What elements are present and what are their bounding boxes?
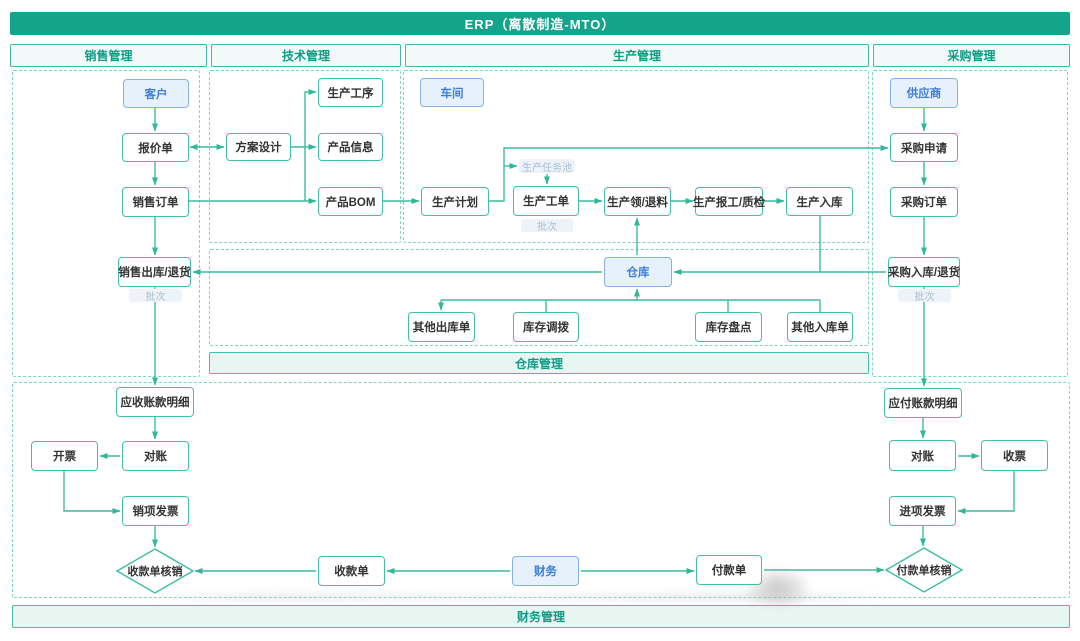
node-reconciliation-right[interactable]: 对账 [889, 440, 956, 471]
node-ar-detail-label: 应收账款明细 [121, 394, 190, 410]
node-receipt-writeoff-label: 收款单核销 [128, 563, 183, 579]
node-sales-out-return-label: 销售出库/退货 [118, 264, 190, 280]
node-production-work-order-label: 生产工单 [523, 193, 569, 209]
node-sales-invoice-label: 销项发票 [133, 503, 179, 519]
lane-header-sales-label: 销售管理 [84, 47, 132, 64]
lane-header-tech-label: 技术管理 [282, 47, 330, 64]
node-customer[interactable]: 客户 [123, 79, 189, 108]
node-quotation[interactable]: 报价单 [122, 133, 189, 162]
node-receipt-writeoff[interactable]: 收款单核销 [117, 549, 193, 593]
node-other-inbound[interactable]: 其他入库单 [787, 312, 853, 342]
node-production-plan[interactable]: 生产计划 [421, 187, 489, 216]
node-invoicing-label: 开票 [53, 448, 76, 464]
lane-bar-warehouse: 仓库管理 [209, 352, 869, 374]
diagram-title-bar: ERP（离散制造-MTO） [10, 12, 1070, 35]
node-scheme-design-label: 方案设计 [236, 139, 282, 155]
node-sales-order-label: 销售订单 [133, 194, 179, 210]
region-sales [12, 70, 200, 377]
lane-header-procurement-label: 采购管理 [947, 47, 995, 64]
node-receipt-note[interactable]: 收款单 [318, 556, 385, 586]
node-payment-writeoff[interactable]: 付款单核销 [886, 548, 962, 592]
lane-header-sales: 销售管理 [10, 44, 207, 67]
erp-flow-diagram: ERP（离散制造-MTO） 销售管理 技术管理 生产管理 采购管理 仓库管理 财… [0, 0, 1080, 641]
node-payment-note-label: 付款单 [712, 562, 747, 578]
node-ar-detail[interactable]: 应收账款明细 [116, 387, 194, 417]
lane-bar-warehouse-label: 仓库管理 [515, 355, 563, 372]
node-production-inbound-label: 生产入库 [797, 194, 843, 210]
node-stock-count[interactable]: 库存盘点 [695, 312, 762, 342]
node-production-inbound[interactable]: 生产入库 [786, 187, 853, 216]
node-purchase-request-label: 采购申请 [901, 140, 947, 156]
tag-batch-workorder-label: 批次 [537, 218, 557, 233]
node-purchase-request[interactable]: 采购申请 [890, 133, 958, 162]
node-ap-detail[interactable]: 应付账款明细 [884, 388, 962, 418]
node-sales-invoice[interactable]: 销项发票 [122, 496, 189, 526]
node-quotation-label: 报价单 [138, 140, 173, 156]
node-supplier-label: 供应商 [907, 85, 942, 101]
node-stock-transfer[interactable]: 库存调拨 [513, 312, 579, 342]
node-other-outbound[interactable]: 其他出库单 [408, 312, 475, 342]
node-purchase-in-return-label: 采购入库/退货 [888, 264, 960, 280]
node-scheme-design[interactable]: 方案设计 [226, 133, 291, 161]
tag-task-pool-label: 生产任务池 [522, 159, 572, 174]
node-purchase-invoice-label: 进项发票 [900, 503, 946, 519]
node-purchase-order-label: 采购订单 [901, 194, 947, 210]
region-procurement [872, 70, 1068, 377]
lane-header-tech: 技术管理 [211, 44, 401, 67]
node-reconciliation-left-label: 对账 [144, 448, 167, 464]
node-workshop-label: 车间 [441, 85, 464, 101]
node-receive-invoice-label: 收票 [1003, 448, 1026, 464]
node-production-process[interactable]: 生产工序 [318, 78, 383, 107]
node-finance-dept[interactable]: 财务 [512, 556, 579, 586]
tag-task-pool: 生产任务池 [519, 159, 575, 173]
node-production-report-qc[interactable]: 生产报工/质检 [695, 187, 763, 216]
node-invoicing[interactable]: 开票 [31, 441, 98, 471]
lane-header-production: 生产管理 [405, 44, 869, 67]
node-production-report-qc-label: 生产报工/质检 [693, 194, 765, 210]
node-product-info-label: 产品信息 [328, 139, 374, 155]
tag-batch-workorder: 批次 [521, 219, 573, 232]
node-supplier[interactable]: 供应商 [890, 78, 958, 108]
node-receive-invoice[interactable]: 收票 [981, 440, 1048, 471]
node-production-process-label: 生产工序 [328, 85, 374, 101]
node-warehouse-label: 仓库 [627, 264, 650, 280]
node-other-outbound-label: 其他出库单 [413, 319, 471, 335]
lane-bar-finance-label: 财务管理 [517, 608, 565, 625]
lane-header-production-label: 生产管理 [613, 47, 661, 64]
node-purchase-order[interactable]: 采购订单 [890, 187, 958, 217]
node-sales-order[interactable]: 销售订单 [122, 187, 189, 217]
node-stock-transfer-label: 库存调拨 [523, 319, 569, 335]
node-reconciliation-right-label: 对账 [911, 448, 934, 464]
node-other-inbound-label: 其他入库单 [791, 319, 849, 335]
node-production-issue-return-label: 生产领/退料 [607, 194, 668, 210]
node-finance-dept-label: 财务 [534, 563, 557, 579]
node-payment-writeoff-label: 付款单核销 [897, 562, 952, 578]
node-purchase-in-return[interactable]: 采购入库/退货 [888, 257, 960, 287]
node-sales-out-return[interactable]: 销售出库/退货 [118, 257, 191, 287]
node-purchase-invoice[interactable]: 进项发票 [889, 496, 956, 526]
lane-bar-finance: 财务管理 [12, 605, 1070, 628]
node-workshop[interactable]: 车间 [420, 78, 484, 107]
node-product-bom[interactable]: 产品BOM [318, 187, 383, 216]
node-reconciliation-left[interactable]: 对账 [122, 441, 189, 471]
node-customer-label: 客户 [145, 86, 168, 102]
tag-batch-purchase-label: 批次 [915, 288, 935, 303]
node-production-issue-return[interactable]: 生产领/退料 [604, 187, 671, 216]
node-warehouse[interactable]: 仓库 [604, 257, 672, 287]
node-payment-note[interactable]: 付款单 [696, 555, 762, 585]
lane-header-procurement: 采购管理 [873, 44, 1070, 67]
tag-batch-sales: 批次 [129, 289, 182, 302]
node-receipt-note-label: 收款单 [334, 563, 369, 579]
diagram-title: ERP（离散制造-MTO） [465, 14, 616, 33]
tag-batch-sales-label: 批次 [146, 288, 166, 303]
node-production-work-order[interactable]: 生产工单 [513, 186, 579, 216]
tag-batch-purchase: 批次 [898, 289, 951, 302]
node-ap-detail-label: 应付账款明细 [889, 395, 958, 411]
watermark-blur-streak [150, 592, 880, 602]
node-product-bom-label: 产品BOM [326, 194, 376, 210]
node-production-plan-label: 生产计划 [432, 194, 478, 210]
node-product-info[interactable]: 产品信息 [318, 133, 383, 161]
node-stock-count-label: 库存盘点 [706, 319, 752, 335]
